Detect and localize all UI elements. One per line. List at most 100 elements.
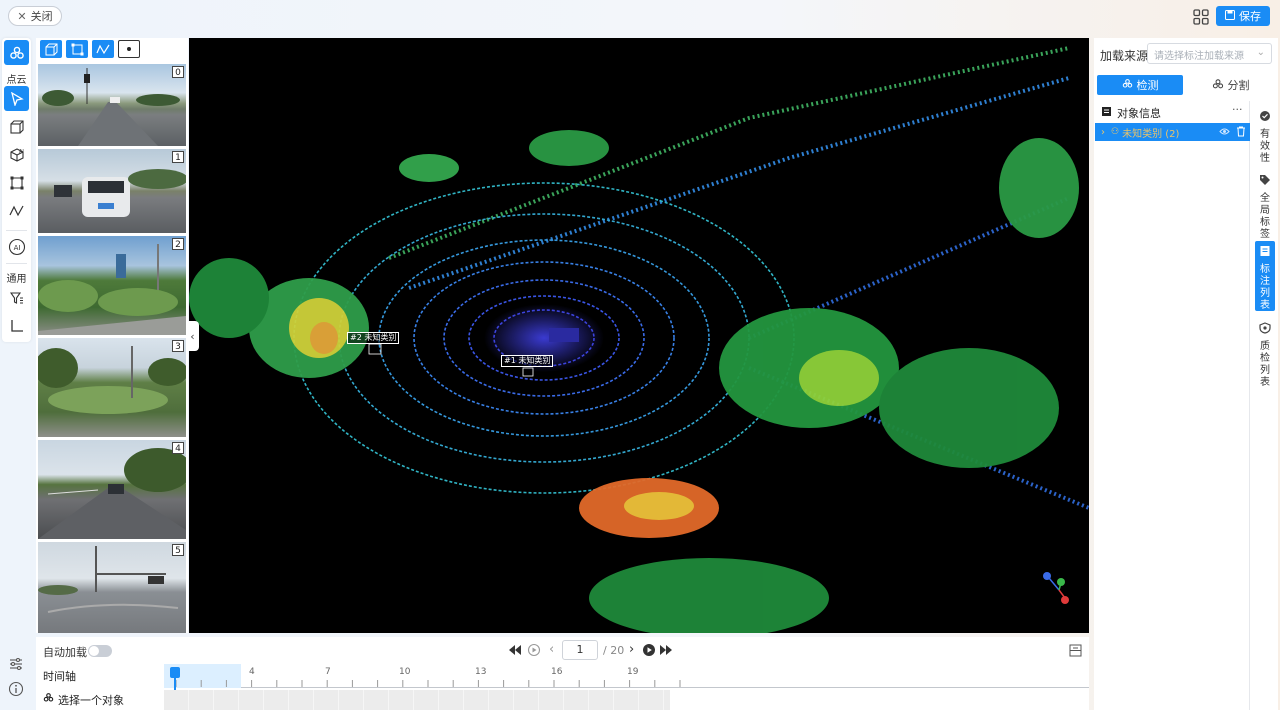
- chevron-right-icon[interactable]: ›: [1101, 127, 1105, 138]
- settings-sliders-icon[interactable]: [8, 656, 24, 672]
- save-icon: [1225, 9, 1235, 23]
- polygon-tool-icon[interactable]: [4, 170, 29, 195]
- filter-icon[interactable]: [4, 285, 29, 310]
- toolbar-divider: [6, 230, 27, 231]
- save-button[interactable]: 保存: [1216, 6, 1270, 26]
- camera-panel: 0 1 2 3 4 5: [36, 38, 188, 633]
- autoload-toggle-knob: [89, 646, 99, 656]
- side-tab-label: 标注列表: [1260, 264, 1270, 311]
- play-icon[interactable]: [642, 643, 656, 660]
- shield-icon: [1259, 322, 1271, 338]
- pointcloud-mode-icon[interactable]: [4, 40, 29, 65]
- delete-trash-icon[interactable]: [1236, 126, 1246, 140]
- more-options-icon[interactable]: ···: [1232, 103, 1243, 116]
- load-source-select[interactable]: 请选择标注加载来源 ⌄: [1147, 43, 1272, 64]
- cam-point-tool-icon[interactable]: [118, 40, 140, 58]
- svg-text:AI: AI: [19, 149, 24, 155]
- camera-thumbnail[interactable]: 4: [38, 440, 186, 539]
- close-button[interactable]: ✕ 关闭: [8, 6, 62, 26]
- camera-index: 1: [172, 151, 184, 163]
- cam-cuboid-tool-icon[interactable]: [40, 40, 62, 58]
- polyline-tool-icon[interactable]: [4, 198, 29, 223]
- timeline-tick: 19: [627, 667, 639, 677]
- tab-segment[interactable]: 分割: [1188, 75, 1273, 95]
- tag-icon: [1259, 174, 1271, 190]
- timeline-ticks: [175, 680, 681, 687]
- camera-thumbnail[interactable]: 3: [38, 338, 186, 437]
- timeline-tick: 16: [551, 667, 563, 677]
- timeline-tick: 10: [399, 667, 411, 677]
- tab-detect-label: 检测: [1136, 79, 1159, 92]
- last-frame-icon[interactable]: [659, 644, 673, 659]
- side-tab-label: 质检列表: [1260, 341, 1270, 388]
- shield-check-icon: [1259, 110, 1271, 126]
- chevron-down-icon: ⌄: [1256, 47, 1265, 58]
- first-frame-icon[interactable]: [508, 644, 522, 659]
- camera-index: 3: [172, 340, 184, 352]
- object-info-icon: [1101, 106, 1112, 120]
- toolbar-divider: [6, 263, 27, 264]
- pointcloud-viewer[interactable]: #2 未知类别 #1 未知类别: [189, 38, 1089, 633]
- section-pointcloud-label: 点云: [6, 75, 27, 86]
- side-tab-annotation-list[interactable]: 标注列表: [1255, 241, 1275, 311]
- frame-total: / 20: [603, 644, 625, 657]
- side-tab-label: 全局标签: [1260, 193, 1270, 240]
- left-toolbar: 点云 AI AI 通用: [2, 38, 31, 342]
- camera-thumbnail[interactable]: 1: [38, 149, 186, 233]
- object-category-label: 未知类别 (2): [1122, 128, 1180, 140]
- cam-rect-tool-icon[interactable]: [66, 40, 88, 58]
- camera-thumbnail[interactable]: 2: [38, 236, 186, 335]
- camera-index: 0: [172, 66, 184, 78]
- object-list-panel: [1095, 101, 1250, 710]
- object-info-title: 对象信息: [1117, 107, 1161, 120]
- cam-polyline-tool-icon[interactable]: [92, 40, 114, 58]
- section-general-label: 通用: [6, 274, 27, 285]
- category-icon: ⚇: [1111, 127, 1120, 137]
- side-tab-validity[interactable]: 有效性: [1255, 106, 1275, 164]
- timeline-tick: 13: [475, 667, 487, 677]
- ai-label: AI: [13, 244, 20, 252]
- camera-index: 4: [172, 442, 184, 454]
- ruler-corner-icon[interactable]: [4, 313, 29, 338]
- detect-icon: [1122, 78, 1133, 92]
- camera-thumbnail[interactable]: 5: [38, 542, 186, 633]
- timeline-tick: 7: [325, 667, 331, 677]
- segment-icon: [1212, 78, 1224, 93]
- frame-number-input[interactable]: 1: [562, 640, 598, 660]
- ai-cuboid-icon[interactable]: AI: [4, 142, 29, 167]
- replay-icon[interactable]: [527, 643, 541, 660]
- ai-assist-button[interactable]: AI: [4, 234, 29, 259]
- side-tab-global-tags[interactable]: 全局标签: [1255, 170, 1275, 240]
- camera-thumbnail[interactable]: 0: [38, 64, 186, 146]
- timeline-label: 时间轴: [43, 670, 76, 683]
- layout-grid-icon[interactable]: [1192, 8, 1210, 26]
- timeline-tick: 4: [249, 667, 255, 677]
- collapse-camera-panel-button[interactable]: ‹: [186, 321, 199, 351]
- fit-view-icon[interactable]: [1069, 644, 1082, 660]
- visibility-eye-icon[interactable]: [1219, 126, 1230, 140]
- pointcloud-canvas: [189, 46, 1089, 633]
- side-tab-qa-list[interactable]: 质检列表: [1255, 318, 1275, 388]
- info-icon[interactable]: [8, 681, 24, 697]
- autoload-label: 自动加载: [43, 646, 87, 659]
- load-source-placeholder: 请选择标注加载来源: [1154, 51, 1244, 62]
- object-track-icon: [43, 692, 54, 706]
- prev-frame-icon[interactable]: ‹: [549, 642, 554, 657]
- object-label[interactable]: #1 未知类别: [501, 355, 554, 367]
- side-tab-label: 有效性: [1260, 129, 1270, 164]
- close-label: 关闭: [30, 10, 53, 23]
- select-object-label: 选择一个对象: [58, 694, 124, 707]
- cuboid-3d-icon[interactable]: [4, 114, 29, 139]
- chevron-left-icon: ‹: [190, 329, 195, 343]
- load-source-label: 加载来源: [1100, 49, 1149, 63]
- object-category-row[interactable]: › ⚇ 未知类别 (2): [1095, 123, 1250, 141]
- tab-detect[interactable]: 检测: [1097, 75, 1183, 95]
- camera-index: 5: [172, 544, 184, 556]
- next-frame-icon[interactable]: ›: [629, 642, 634, 657]
- object-frame-track[interactable]: [164, 690, 670, 710]
- list-doc-icon: [1259, 245, 1271, 261]
- select-cursor-icon[interactable]: [4, 86, 29, 111]
- object-label[interactable]: #2 未知类别: [347, 332, 400, 344]
- tab-segment-label: 分割: [1227, 79, 1250, 92]
- save-label: 保存: [1239, 10, 1261, 23]
